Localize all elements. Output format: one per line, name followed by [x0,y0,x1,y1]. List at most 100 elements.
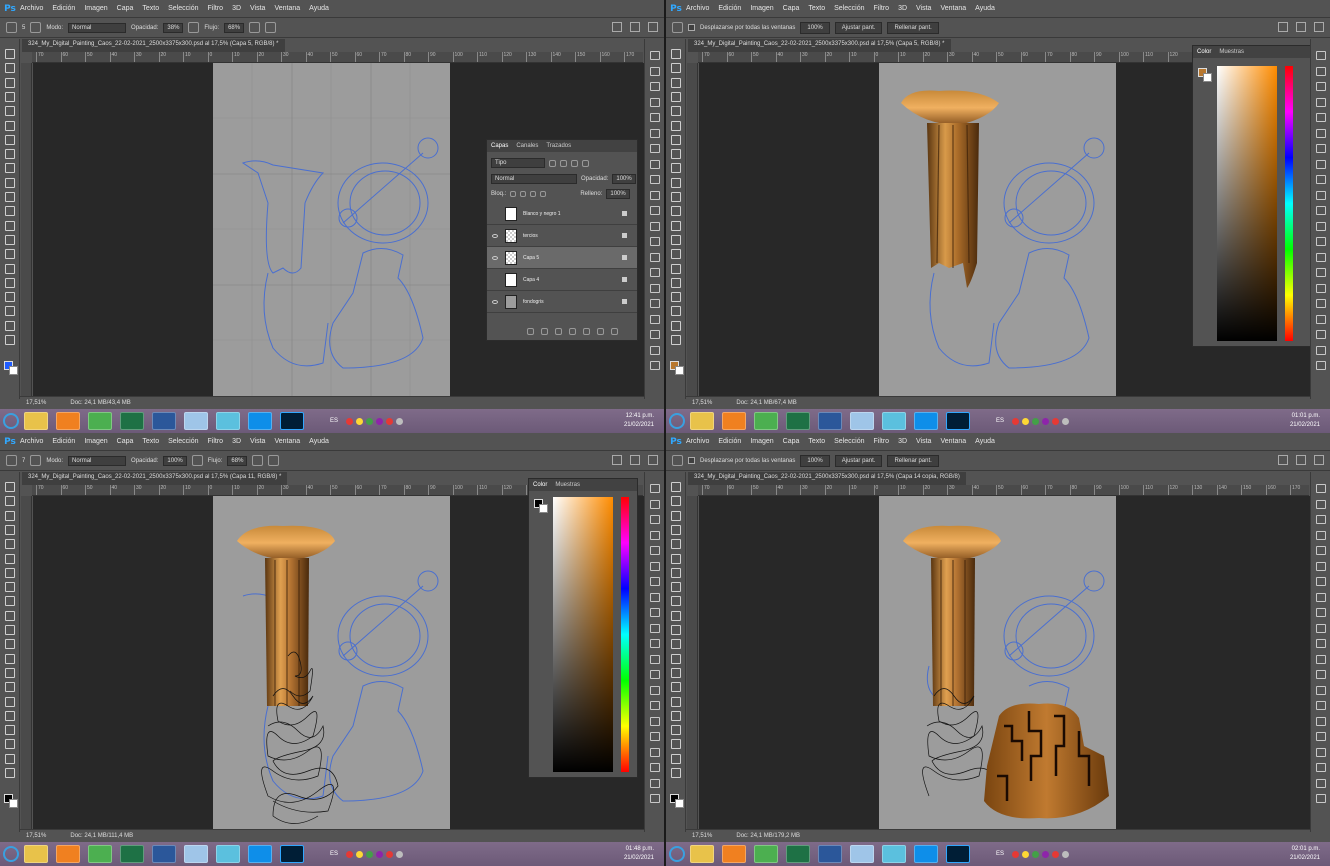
photoshop-icon[interactable] [280,412,304,430]
start-button-icon[interactable] [669,846,685,862]
paint-bucket-icon[interactable] [671,206,681,217]
history-brush-icon[interactable] [5,177,15,188]
3d-panel-icon[interactable] [650,778,660,788]
tray-icon[interactable] [1062,417,1070,425]
excel-icon[interactable] [786,412,810,430]
styles-panel-icon[interactable] [1316,530,1326,540]
start-button-icon[interactable] [669,413,685,429]
swatches-panel-icon[interactable] [1316,546,1326,555]
menu-archivo[interactable]: Archivo [686,5,709,12]
tab-muestras[interactable]: Muestras [1219,49,1244,55]
brush-tool-icon[interactable] [5,582,15,593]
lock-pixels-icon[interactable] [510,191,517,197]
hand-tool-icon[interactable] [671,739,681,750]
brush-size[interactable]: 5 [22,25,25,31]
info-panel-icon[interactable] [650,268,660,277]
channels-panel-icon[interactable] [1316,144,1326,153]
clock[interactable]: 12:41 p.m. 21/02/2021 [624,412,654,430]
document-tab[interactable]: 324_My_Digital_Painting_Caos_22-02-2021_… [688,472,966,485]
path-select-icon[interactable] [671,710,681,721]
menu-edicion[interactable]: Edición [718,438,741,445]
tray-icon[interactable] [376,850,384,858]
marquee-tool-icon[interactable] [5,496,15,507]
glyphs-panel-icon[interactable] [1316,685,1326,695]
chrome-icon[interactable] [754,845,778,863]
info-panel-icon[interactable] [1316,701,1326,710]
menu-seleccion[interactable]: Selección [834,5,864,12]
eraser-icon[interactable] [5,625,15,635]
fg-bg-swatch[interactable] [534,499,548,513]
paths-panel-icon[interactable] [1316,128,1326,138]
workspace-icon[interactable] [1296,22,1306,32]
system-tray[interactable] [1012,850,1070,858]
excel-icon[interactable] [120,845,144,863]
menu-edicion[interactable]: Edición [52,5,75,12]
history-brush-icon[interactable] [671,610,681,621]
hand-tool-icon[interactable] [672,22,683,33]
saturation-brightness-field[interactable] [1217,66,1277,341]
layer-row[interactable]: fondogris [487,291,637,313]
menu-ayuda[interactable]: Ayuda [975,5,995,12]
pressure-opacity-icon[interactable] [191,455,203,466]
menu-archivo[interactable]: Archivo [20,5,43,12]
3d-panel-icon[interactable] [1316,778,1326,788]
eyedropper-icon[interactable] [5,120,15,131]
zoom-tool-icon[interactable] [5,320,15,331]
shape-tool-icon[interactable] [5,292,15,303]
document-canvas[interactable] [213,496,450,830]
tray-icon[interactable] [376,417,384,425]
measurement-panel-icon[interactable] [650,794,660,803]
brushes-panel-icon[interactable] [650,608,660,617]
measurement-panel-icon[interactable] [1316,794,1326,803]
crop-tool-icon[interactable] [5,539,15,550]
search-icon[interactable] [612,455,622,465]
teamviewer-icon[interactable] [248,412,272,430]
blur-tool-icon[interactable] [5,220,15,231]
clone-source-icon[interactable] [1316,623,1326,633]
path-select-icon[interactable] [5,277,15,288]
notes-panel-icon[interactable] [1316,763,1326,772]
libraries-panel-icon[interactable] [1316,299,1326,308]
3d-panel-icon[interactable] [650,345,660,355]
tray-icon[interactable] [1022,850,1030,858]
adjustments-panel-icon[interactable] [1316,515,1326,524]
pressure-size-icon[interactable] [268,455,280,466]
document-canvas[interactable] [213,63,450,397]
paint-bucket-icon[interactable] [671,639,681,650]
brushes-panel-icon[interactable] [1316,608,1326,617]
pressure-size-icon[interactable] [265,22,277,33]
fx-icon[interactable] [541,328,548,335]
libraries-panel-icon[interactable] [1316,732,1326,741]
shape-tool-icon[interactable] [671,292,681,303]
clone-stamp-icon[interactable] [671,596,681,607]
photoshop-icon[interactable] [280,845,304,863]
blur-tool-icon[interactable] [5,653,15,664]
photoshop-icon[interactable] [946,845,970,863]
swatches-panel-icon[interactable] [650,546,660,555]
actions-panel-icon[interactable] [1316,206,1326,215]
clone-stamp-icon[interactable] [5,596,15,607]
healing-brush-icon[interactable] [5,134,15,145]
clone-source-icon[interactable] [650,190,660,200]
zoom-tool-icon[interactable] [5,753,15,764]
eyedropper-icon[interactable] [671,553,681,564]
menu-seleccion[interactable]: Selección [834,438,864,445]
pen-icon[interactable] [882,412,906,430]
more-tools-icon[interactable] [671,335,681,345]
menu-capa[interactable]: Capa [117,438,134,445]
lock-paint-icon[interactable] [520,191,527,197]
type-tool-icon[interactable] [671,263,681,274]
menu-ayuda[interactable]: Ayuda [309,438,329,445]
notepad-icon[interactable] [850,412,874,430]
pen-tool-icon[interactable] [671,682,681,693]
pen-tool-icon[interactable] [5,682,15,693]
filter-shape-icon[interactable] [582,159,589,167]
history-panel-icon[interactable] [650,51,660,60]
fg-bg-swatch[interactable] [1198,68,1212,82]
explorer-icon[interactable] [24,412,48,430]
layer-filter-select[interactable]: Tipo [491,158,545,168]
paths-panel-icon[interactable] [650,128,660,138]
tab-trazados[interactable]: Trazados [546,143,571,149]
explorer-icon[interactable] [24,845,48,863]
marquee-tool-icon[interactable] [671,63,681,74]
